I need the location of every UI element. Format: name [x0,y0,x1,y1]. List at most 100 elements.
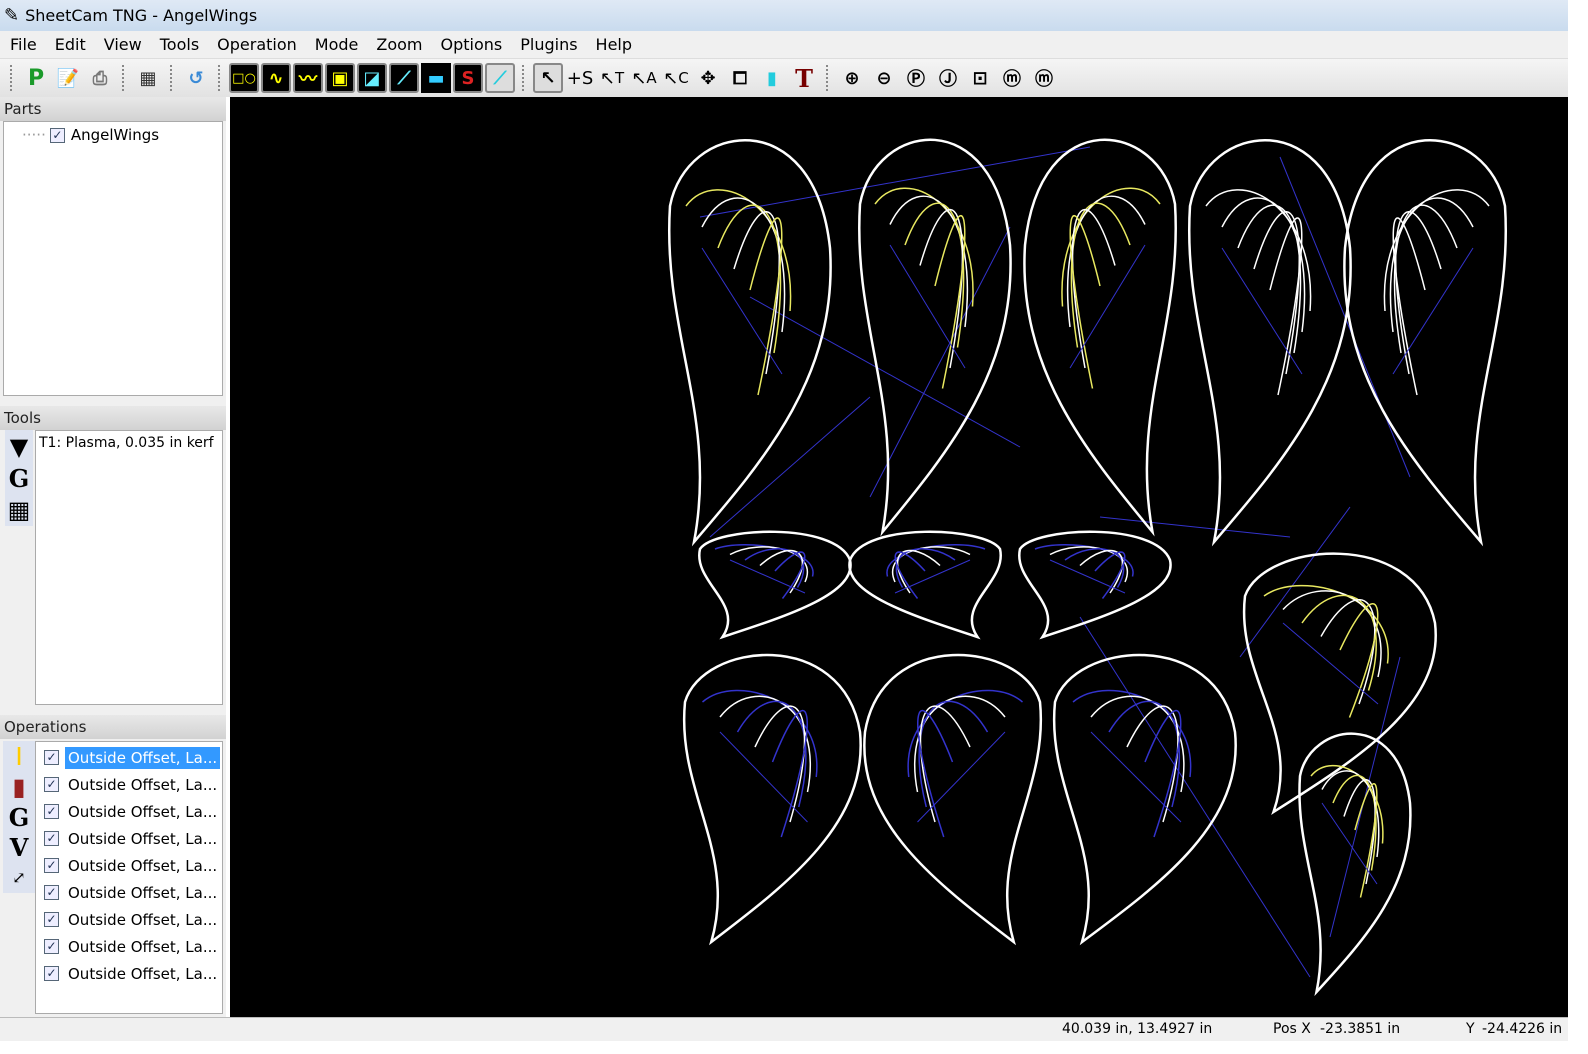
vcarve-op-icon[interactable]: V [5,832,33,862]
zoom-fit-icon[interactable]: ⊡ [965,63,995,93]
pos-y-label: Y [1466,1021,1475,1037]
operation-item[interactable]: ✓ Outside Offset, La... [36,771,222,798]
line-op-icon[interactable]: ⤢ [5,863,33,893]
tool-item[interactable]: T1: Plasma, 0.035 in kerf [39,435,219,451]
tools-list: T1: Plasma, 0.035 in kerf [35,430,223,705]
select-start-icon[interactable]: +S [565,63,595,93]
toolbar-grip[interactable] [10,65,14,91]
zoom-m-icon[interactable]: ⓜ [997,63,1027,93]
edit-icon[interactable]: 📝 [53,63,83,93]
wing-part [667,139,832,547]
zoom-j-icon[interactable]: Ⓙ [933,63,963,93]
zoom-in-icon[interactable]: ⊕ [837,63,867,93]
operation-item[interactable]: ✓ Outside Offset, La... [36,852,222,879]
zoom-mc-icon[interactable]: ⓜ [1029,63,1059,93]
post-process-icon[interactable]: P [21,63,51,93]
menu-operation[interactable]: Operation [209,35,305,54]
operation-checkbox[interactable]: ✓ [44,750,59,765]
select-tool-icon[interactable]: ↖ T [597,63,627,93]
operation-checkbox[interactable]: ✓ [44,804,59,819]
lead-icon[interactable]: ⟋ [389,63,419,93]
menu-file[interactable]: File [2,35,45,54]
menu-edit[interactable]: Edit [47,35,94,54]
parts-header: Parts [0,97,226,121]
operation-item[interactable]: ✓ Outside Offset, La... [36,825,222,852]
wing-part [863,653,1043,946]
pos-x-label: Pos X [1273,1021,1311,1037]
operation-checkbox[interactable]: ✓ [44,966,59,981]
path-end-icon[interactable]: 〰 [293,63,323,93]
path-icon[interactable]: ∿ [261,63,291,93]
select-icon[interactable]: ↖ [533,63,563,93]
undo-icon[interactable]: ↺ [181,63,211,93]
toolbar-grip[interactable] [122,65,126,91]
toolbar-grip[interactable] [826,65,830,91]
zoom-out-icon[interactable]: ⊖ [869,63,899,93]
operation-item[interactable]: ✓ Outside Offset, La... [36,960,222,987]
text-icon[interactable]: T [789,63,819,93]
operation-checkbox[interactable]: ✓ [44,939,59,954]
crop-icon[interactable]: ⧠ [725,63,755,93]
calculator-icon[interactable]: ▦ [133,63,163,93]
operation-item[interactable]: ✓ Outside Offset, La... [36,933,222,960]
cyan-tool-icon[interactable]: ⟋ [485,63,515,93]
plasma-torch-icon[interactable]: ▼ [5,430,33,462]
part-label: AngelWings [70,126,160,144]
cut-path-icon[interactable]: ▮ [757,63,787,93]
offset-icon[interactable]: ◪ [357,63,387,93]
move-icon[interactable]: ✥ [693,63,723,93]
gcode-op-icon[interactable]: G [5,802,33,832]
start-point-icon[interactable]: S [453,63,483,93]
select-a-icon[interactable]: ↖ A [629,63,659,93]
operation-item[interactable]: ✓ Outside Offset, La... [36,744,222,771]
menu-plugins[interactable]: Plugins [512,35,585,54]
operations-header: Operations [0,715,226,739]
gcode-tool-icon[interactable]: G [5,462,33,494]
drill-op-icon[interactable]: ▮ [5,771,33,801]
menu-zoom[interactable]: Zoom [368,35,430,54]
outline-icon[interactable]: ▣ [325,63,355,93]
operations-list: ✓ Outside Offset, La... ✓ Outside Offset, … [35,741,223,1014]
menu-mode[interactable]: Mode [307,35,367,54]
operation-checkbox[interactable]: ✓ [44,831,59,846]
operation-checkbox[interactable]: ✓ [44,912,59,927]
print-icon[interactable]: ⎙ [85,63,115,93]
menu-options[interactable]: Options [433,35,511,54]
sheet-icon[interactable]: ▬ [421,63,451,93]
app-icon: ✎ [4,5,20,26]
menu-help[interactable]: Help [588,35,640,54]
shapes-icon[interactable]: □○ [229,63,259,93]
operation-checkbox[interactable]: ✓ [44,885,59,900]
wing-part [1023,138,1177,537]
plasma-op-icon[interactable]: ǀ [5,741,33,771]
toolbar-grip[interactable] [218,65,222,91]
pos-y-value: -24.4226 in [1482,1021,1563,1037]
tool-table-icon[interactable]: ▦ [5,494,33,526]
menu-view[interactable]: View [96,35,150,54]
wing-part [848,530,1002,640]
rapid-move-line [1239,506,1351,658]
window-title: SheetCam TNG - AngelWings [25,6,258,25]
window-edge [1568,0,1588,1054]
operations-panel: ǀ ▮ G V ⤢ ✓ Outside Offset, La... ✓ Outsid… [3,741,226,1014]
operation-item[interactable]: ✓ Outside Offset, La... [36,906,222,933]
pos-x-value: -23.3851 in [1320,1021,1401,1037]
operation-checkbox[interactable]: ✓ [44,858,59,873]
operation-item[interactable]: ✓ Outside Offset, La... [36,879,222,906]
angel-wings-drawing [667,138,1508,997]
toolbar-grip[interactable] [170,65,174,91]
zoom-part-icon[interactable]: Ⓟ [901,63,931,93]
part-checkbox[interactable]: ✓ [49,127,65,143]
drawing-canvas[interactable] [230,97,1568,1017]
operations-sidebar: ǀ ▮ G V ⤢ [3,741,35,893]
part-item[interactable]: ····· ✓ AngelWings [22,126,222,144]
toolbar-grip[interactable] [522,65,526,91]
title-bar: ✎ SheetCam TNG - AngelWings [0,0,1568,31]
wing-part [1052,653,1237,946]
select-c-icon[interactable]: ↖ C [661,63,691,93]
operation-item[interactable]: ✓ Outside Offset, La... [36,798,222,825]
wing-part [698,530,852,640]
menu-tools[interactable]: Tools [152,35,207,54]
tools-header: Tools [0,406,226,430]
operation-checkbox[interactable]: ✓ [44,777,59,792]
